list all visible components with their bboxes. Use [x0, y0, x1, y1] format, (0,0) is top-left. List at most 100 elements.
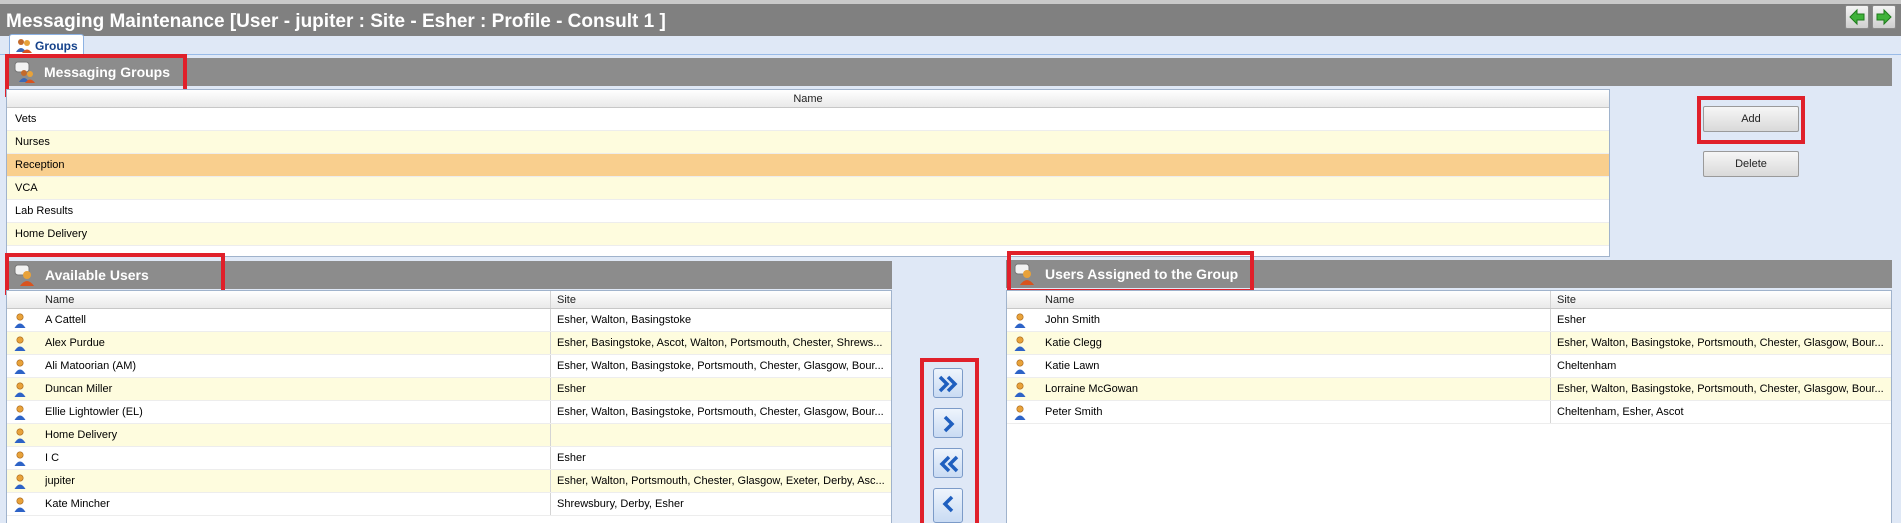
user-site: Esher, Walton, Portsmouth, Chester, Glas…	[557, 475, 885, 487]
group-name: Home Delivery	[15, 228, 88, 240]
user-row[interactable]: I C Esher	[7, 447, 891, 470]
user-icon	[14, 474, 26, 489]
delete-button[interactable]: Delete	[1703, 151, 1799, 177]
group-row[interactable]: Lab Results	[7, 200, 1609, 223]
user-name: jupiter	[45, 475, 75, 487]
add-selected-button[interactable]	[933, 408, 963, 438]
user-name: I C	[45, 452, 60, 464]
user-site: Esher	[557, 452, 586, 464]
user-row[interactable]: Katie Lawn Cheltenham	[1007, 355, 1891, 378]
user-site: Esher, Walton, Basingstoke, Portsmouth, …	[1557, 337, 1884, 349]
user-site: Esher, Walton, Basingstoke, Portsmouth, …	[1557, 383, 1884, 395]
user-icon	[1014, 382, 1026, 397]
user-row[interactable]: Kate Mincher Shrewsbury, Derby, Esher	[7, 493, 891, 516]
group-icon	[16, 39, 32, 53]
remove-selected-button[interactable]	[933, 488, 963, 523]
user-row[interactable]: Home Delivery	[7, 424, 891, 447]
chevron-left-icon	[942, 495, 954, 513]
group-row[interactable]: Nurses	[7, 131, 1609, 154]
user-icon	[14, 497, 26, 512]
group-name: Nurses	[15, 136, 50, 148]
grid-header: Name Site	[7, 291, 891, 309]
user-site: Esher	[1557, 314, 1586, 326]
user-icon	[14, 405, 26, 420]
user-site: Esher, Walton, Basingstoke, Portsmouth, …	[557, 360, 884, 372]
user-name: Lorraine McGowan	[1045, 383, 1138, 395]
user-name: Duncan Miller	[45, 383, 113, 395]
user-name: Home Delivery	[45, 429, 118, 441]
user-icon	[14, 428, 26, 443]
group-row[interactable]: VCA	[7, 177, 1609, 200]
grid-header: Name Site	[1007, 291, 1891, 309]
column-header-site: Site	[1557, 294, 1576, 306]
assigned-users-grid: Name Site John Smith Esher Katie Clegg Eshe…	[1006, 290, 1892, 523]
arrow-right-icon	[1876, 8, 1892, 26]
remove-all-button[interactable]	[933, 448, 963, 478]
add-all-button[interactable]	[933, 368, 963, 398]
user-name: A Cattell	[45, 314, 86, 326]
user-row[interactable]: jupiter Esher, Walton, Portsmouth, Cheste…	[7, 470, 891, 493]
user-icon	[14, 313, 26, 328]
user-icon	[1014, 405, 1026, 420]
column-header-name: Name	[1045, 294, 1075, 306]
arrow-left-icon	[1849, 8, 1865, 26]
chevron-right-icon	[943, 415, 955, 433]
user-row[interactable]: Ellie Lightowler (EL) Esher, Walton, Basi…	[7, 401, 891, 424]
user-name: Katie Clegg	[1045, 337, 1102, 349]
user-row[interactable]: John Smith Esher	[1007, 309, 1891, 332]
user-site: Shrewsbury, Derby, Esher	[557, 498, 684, 510]
group-row-selected[interactable]: Reception	[7, 154, 1609, 177]
back-button[interactable]	[1845, 5, 1869, 29]
double-chevron-left-icon	[939, 455, 959, 473]
title-bar: Messaging Maintenance [User - jupiter : …	[0, 0, 1901, 36]
group-row[interactable]: Vets	[7, 108, 1609, 131]
user-icon	[1014, 359, 1026, 374]
user-name: Peter Smith	[1045, 406, 1103, 418]
user-row[interactable]: Peter Smith Cheltenham, Esher, Ascot	[1007, 401, 1891, 424]
window-title: Messaging Maintenance [User - jupiter : …	[6, 11, 666, 32]
user-row[interactable]: Duncan Miller Esher	[7, 378, 891, 401]
tab-label: Groups	[35, 39, 78, 53]
group-name: Reception	[15, 159, 65, 171]
column-header-name: Name	[45, 294, 75, 306]
user-icon	[14, 382, 26, 397]
forward-button[interactable]	[1872, 5, 1896, 29]
user-row[interactable]: Alex Purdue Esher, Basingstoke, Ascot, Wa…	[7, 332, 891, 355]
double-chevron-right-icon	[938, 375, 958, 393]
user-row[interactable]: A Cattell Esher, Walton, Basingstoke	[7, 309, 891, 332]
group-name: Vets	[15, 113, 37, 125]
tab-groups[interactable]: Groups	[9, 34, 84, 55]
messaging-groups-grid: Name Vets Nurses Reception VCA Lab Resul…	[6, 89, 1610, 257]
highlight-add-button	[1697, 96, 1805, 144]
user-row[interactable]: Ali Matoorian (AM) Esher, Walton, Basings…	[7, 355, 891, 378]
column-header-site: Site	[557, 294, 576, 306]
highlight-assigned-users	[1007, 251, 1254, 293]
available-users-grid: Name Site A Cattell Esher, Walton, Basing…	[6, 290, 892, 523]
user-name: Ellie Lightowler (EL)	[45, 406, 143, 418]
user-site: Esher	[557, 383, 586, 395]
user-name: Katie Lawn	[1045, 360, 1100, 372]
grid-header: Name	[7, 90, 1609, 108]
group-name: VCA	[15, 182, 38, 194]
user-site: Cheltenham	[1557, 360, 1617, 372]
highlight-available-users	[5, 253, 225, 295]
user-icon	[14, 336, 26, 351]
user-icon	[14, 359, 26, 374]
user-name: Alex Purdue	[45, 337, 105, 349]
tab-strip	[0, 36, 1901, 55]
user-site: Esher, Walton, Basingstoke, Portsmouth, …	[557, 406, 884, 418]
user-site: Esher, Walton, Basingstoke	[557, 314, 692, 326]
user-icon	[1014, 313, 1026, 328]
column-header-name: Name	[793, 93, 823, 105]
user-row[interactable]: Katie Clegg Esher, Walton, Basingstoke, P…	[1007, 332, 1891, 355]
user-site: Esher, Basingstoke, Ascot, Walton, Ports…	[557, 337, 883, 349]
messaging-groups-header: Messaging Groups	[6, 58, 1892, 86]
user-site: Cheltenham, Esher, Ascot	[1557, 406, 1684, 418]
user-icon	[1014, 336, 1026, 351]
group-name: Lab Results	[15, 205, 74, 217]
user-name: Ali Matoorian (AM)	[45, 360, 137, 372]
group-row[interactable]: Home Delivery	[7, 223, 1609, 246]
user-name: John Smith	[1045, 314, 1101, 326]
user-row[interactable]: Lorraine McGowan Esher, Walton, Basingsto…	[1007, 378, 1891, 401]
user-icon	[14, 451, 26, 466]
